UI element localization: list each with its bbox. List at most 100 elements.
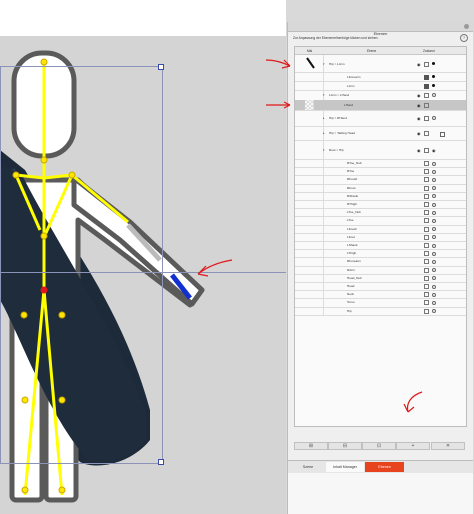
panel-tabs: Szene Inhalt Manager Ebenen: [288, 460, 473, 473]
lock-icon[interactable]: [424, 131, 429, 136]
selection-box[interactable]: [0, 66, 163, 464]
lock-icon[interactable]: [424, 308, 429, 314]
selection-handle-bottom-right[interactable]: [158, 459, 164, 465]
record-dot-icon[interactable]: [432, 161, 436, 166]
lock-icon[interactable]: [424, 147, 429, 153]
lock-icon[interactable]: [424, 243, 429, 249]
lock-icon[interactable]: [424, 61, 429, 67]
visibility-eye-icon[interactable]: ◉: [417, 131, 421, 136]
expand-toggle-icon[interactable]: ▾: [323, 93, 325, 97]
layer-thumbnail: [295, 90, 324, 100]
lock-icon[interactable]: [424, 234, 429, 240]
record-dot-icon[interactable]: [432, 259, 436, 264]
record-dot-icon[interactable]: [432, 194, 436, 199]
lock-icon[interactable]: [424, 103, 429, 108]
tab-inhalt-manager[interactable]: Inhalt Manager: [326, 462, 364, 472]
layer-row[interactable]: ▾ Hip > LArm ◉: [295, 55, 466, 73]
record-dot-icon[interactable]: [432, 235, 436, 240]
lock-icon[interactable]: [424, 93, 429, 98]
help-icon[interactable]: ?: [460, 34, 468, 42]
record-dot-icon[interactable]: [432, 309, 436, 314]
lock-icon[interactable]: [424, 300, 429, 306]
layer-action-group-button[interactable]: ⊞: [294, 442, 328, 450]
lock-icon[interactable]: [424, 74, 429, 80]
record-dot-icon[interactable]: [432, 74, 435, 78]
lock-icon[interactable]: [424, 116, 429, 121]
record-dot-icon[interactable]: [432, 186, 436, 191]
record-dot-icon[interactable]: [432, 300, 436, 305]
layer-action-delete-button[interactable]: ✕: [431, 442, 465, 450]
visibility-eye-icon[interactable]: ◉: [417, 116, 421, 121]
record-dot-icon[interactable]: [432, 268, 436, 273]
lock-icon[interactable]: [424, 177, 429, 183]
lock-icon[interactable]: [424, 193, 429, 199]
column-ebene: Ebene: [367, 48, 377, 53]
expand-toggle-icon[interactable]: ▸: [323, 116, 325, 120]
layer-thumbnail: [295, 208, 324, 217]
lock-icon[interactable]: [424, 169, 429, 175]
expand-toggle-icon[interactable]: ▾: [323, 148, 325, 152]
visibility-eye-icon[interactable]: ◉: [417, 103, 421, 108]
layer-thumbnail: [295, 140, 324, 159]
panel-titlebar[interactable]: Ebenen: [288, 22, 473, 36]
lock-icon[interactable]: [424, 259, 429, 265]
record-dot-icon[interactable]: [432, 169, 436, 174]
record-dot-icon[interactable]: [432, 202, 436, 207]
layer-row[interactable]: ▸ Hip > Talking Head ◉: [295, 126, 466, 141]
layer-name: Hip > RHand: [329, 116, 347, 120]
lock-icon[interactable]: [424, 218, 429, 224]
layer-name: Neck: [347, 292, 355, 297]
record-dot-icon[interactable]: [432, 227, 436, 232]
layer-action-ungroup-button[interactable]: ⊟: [328, 442, 362, 450]
visibility-eye-icon[interactable]: ◉: [417, 62, 421, 67]
layer-name: RForearm: [347, 259, 361, 264]
layer-name: LForearm: [347, 74, 361, 79]
column-zustand: Zustand: [423, 48, 435, 53]
record-dot-icon[interactable]: [432, 177, 436, 182]
lock-icon[interactable]: [424, 251, 429, 257]
layer-row[interactable]: ▸ Hip > RHand ◉: [295, 110, 466, 127]
record-dot-icon[interactable]: [432, 284, 436, 289]
expand-toggle-icon[interactable]: ▸: [323, 131, 325, 135]
visibility-eye-icon[interactable]: ◉: [417, 148, 421, 153]
layer-action-duplicate-button[interactable]: ⊡: [362, 442, 396, 450]
panel-close-icon[interactable]: [464, 24, 469, 29]
layer-thumbnail: [295, 167, 324, 176]
record-dot-icon[interactable]: [432, 83, 435, 87]
lock-icon[interactable]: [424, 292, 429, 298]
record-dot-icon[interactable]: [432, 61, 435, 65]
tab-szene[interactable]: Szene: [290, 462, 326, 472]
layer-thumbnail: [295, 110, 324, 126]
layer-name: LToe_Nub: [347, 210, 361, 215]
lock-icon[interactable]: [424, 275, 429, 281]
layer-action-add-button[interactable]: +: [396, 442, 430, 450]
layer-row[interactable]: Hip: [295, 306, 466, 316]
layer-thumbnail: [295, 306, 324, 315]
flag-icon[interactable]: [440, 131, 445, 137]
record-dot-icon[interactable]: [432, 276, 436, 281]
visibility-eye-icon[interactable]: ◉: [417, 93, 421, 98]
record-dot-icon[interactable]: [432, 251, 436, 256]
lock-icon[interactable]: [424, 284, 429, 290]
lock-icon[interactable]: [424, 226, 429, 232]
record-dot-icon[interactable]: [432, 218, 436, 223]
record-dot-icon[interactable]: [432, 210, 436, 215]
record-dot-icon[interactable]: [432, 243, 436, 248]
stage-canvas[interactable]: [0, 0, 286, 514]
lock-icon[interactable]: [424, 185, 429, 191]
selection-handle-top-right[interactable]: [158, 64, 164, 70]
layer-row[interactable]: ▾ Root > Hip ◉ ◉: [295, 140, 466, 160]
lock-icon[interactable]: [424, 161, 429, 167]
lock-icon[interactable]: [424, 210, 429, 216]
layer-name: RToe: [347, 169, 355, 174]
lock-icon[interactable]: [424, 202, 429, 208]
record-dot-icon[interactable]: [432, 292, 436, 297]
lock-icon[interactable]: [424, 83, 429, 89]
joint-l-foot: [21, 486, 29, 494]
lock-icon[interactable]: [424, 267, 429, 273]
expand-toggle-icon[interactable]: ▾: [323, 62, 325, 66]
record-dot-icon[interactable]: [432, 116, 436, 121]
eye-state-icon[interactable]: ◉: [432, 148, 436, 153]
tab-ebenen[interactable]: Ebenen: [365, 462, 404, 472]
record-dot-icon[interactable]: [432, 93, 436, 98]
